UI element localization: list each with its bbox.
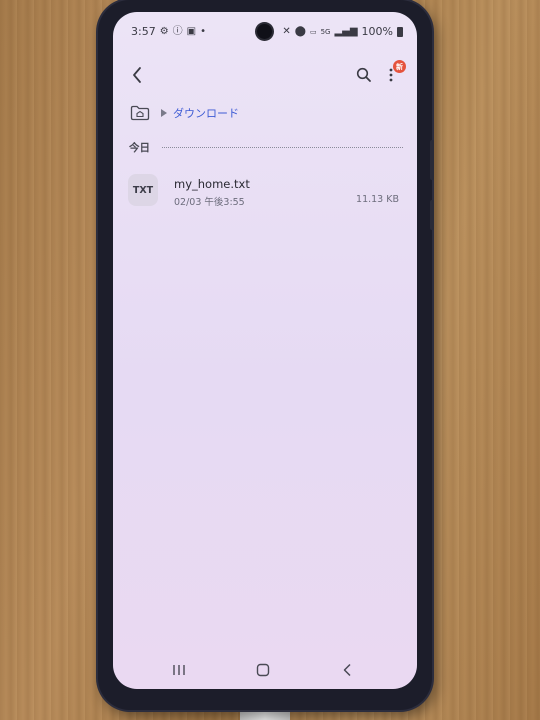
section-divider xyxy=(162,146,403,148)
file-name: my_home.txt xyxy=(174,177,250,191)
back-button[interactable] xyxy=(127,64,147,86)
sim-card-icon: ▣ xyxy=(186,25,197,37)
section-label: 今日 xyxy=(129,141,150,154)
recent-apps-icon xyxy=(173,665,185,675)
recent-apps-button[interactable] xyxy=(167,659,191,681)
battery-icon xyxy=(397,26,403,37)
section-header-today: 今日 xyxy=(129,140,403,154)
file-date: 02/03 午後3:55 xyxy=(174,197,245,208)
signal-icon: ▂▄▆ xyxy=(334,25,358,37)
home-folder-button[interactable] xyxy=(129,103,151,123)
volume-button xyxy=(430,140,434,180)
nav-back-button[interactable] xyxy=(335,659,359,681)
home-button[interactable] xyxy=(251,659,275,681)
more-vertical-icon xyxy=(389,68,393,82)
battery-percent: 100% xyxy=(361,25,393,38)
info-circle-icon: ⓘ xyxy=(172,25,183,37)
5g-icon: 5G xyxy=(320,27,331,36)
file-list-item[interactable]: TXT my_home.txt 02/03 午後3:55 11.13 KB xyxy=(113,172,417,212)
chevron-left-icon xyxy=(133,67,141,83)
search-button[interactable] xyxy=(353,64,375,86)
home-icon xyxy=(256,663,270,677)
breadcrumb-current[interactable]: ダウンロード xyxy=(173,105,239,121)
app-bar xyxy=(113,62,417,88)
navigation-bar xyxy=(113,657,417,683)
status-right: ✕ ⬤ ▭ 5G ▂▄▆ 100% xyxy=(282,25,403,38)
power-button xyxy=(430,200,434,230)
status-bar: 3:57 ⚙ ⓘ ▣ • ✕ ⬤ ▭ 5G ▂▄▆ 100% xyxy=(113,12,417,50)
breadcrumb-separator-icon xyxy=(161,109,167,117)
dot-icon: • xyxy=(200,25,207,37)
home-folder-icon xyxy=(130,105,150,121)
phone-screen: 3:57 ⚙ ⓘ ▣ • ✕ ⬤ ▭ 5G ▂▄▆ 100% 新 ダウンロード … xyxy=(113,12,417,689)
status-left: 3:57 ⚙ ⓘ ▣ • xyxy=(131,25,206,38)
location-icon: ⬤ xyxy=(294,25,306,37)
volte-icon: ▭ xyxy=(309,27,317,36)
breadcrumb: ダウンロード xyxy=(129,102,239,124)
back-icon xyxy=(343,663,351,677)
txt-file-icon: TXT xyxy=(128,174,158,206)
file-size: 11.13 KB xyxy=(356,194,399,205)
search-icon xyxy=(356,67,371,82)
front-camera xyxy=(257,24,272,39)
new-badge: 新 xyxy=(393,60,406,73)
settings-gear-icon: ⚙ xyxy=(159,25,169,37)
status-time: 3:57 xyxy=(131,25,156,38)
mute-icon: ✕ xyxy=(282,25,291,37)
